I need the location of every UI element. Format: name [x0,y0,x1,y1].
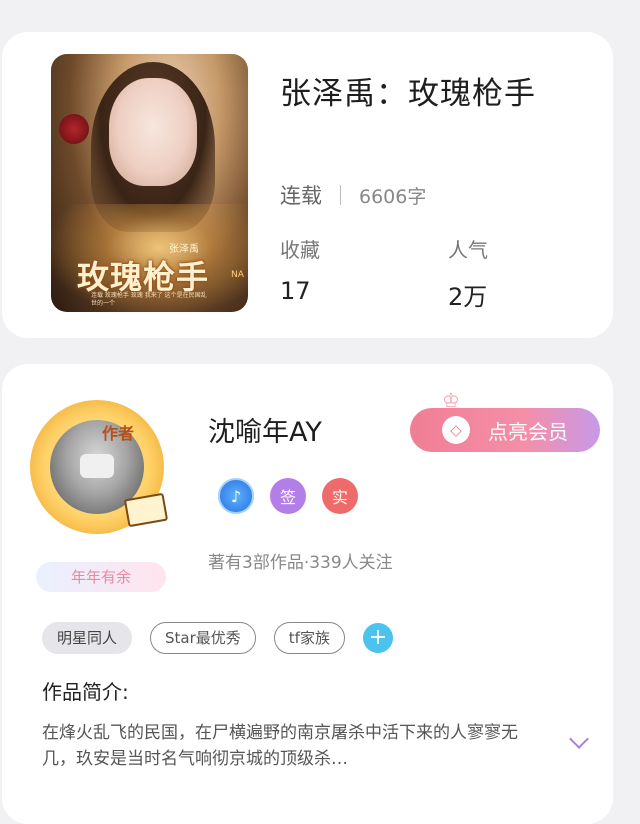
cover-face [109,78,197,186]
membership-button-label: 点亮会员 [488,419,568,444]
intro-text: 在烽火乱飞的民国，在尸横遍野的南京屠杀中活下来的人寥寥无几，玖安是当时名气响彻京… [42,723,518,769]
activate-membership-button[interactable]: ◇ 点亮会员 [410,408,600,452]
author-badges: ♪ 签 实 [218,478,374,514]
book-title: 张泽禹：玫瑰枪手 [280,76,536,112]
book-cover-image[interactable]: 张泽禹 玫瑰枪手 NA 连载 玫瑰枪手 玫瑰 我来了 这个是在民国乱世的一个 [51,54,248,312]
stat-popularity: 人气 2万 [448,234,488,312]
diamond-icon: ◇ [442,416,470,444]
sign-icon[interactable]: 签 [270,478,306,514]
author-badge-text: 作者 [102,424,135,443]
stat-favorites: 收藏 17 [280,234,320,305]
serial-status: 连载 [280,184,322,208]
author-name[interactable]: 沈喻年AY [208,410,322,449]
add-tag-button[interactable]: + [362,623,393,653]
tag-list: 明星同人 Star最优秀 tf家族 + [42,622,393,654]
author-info-card: 作者 年年有余 沈喻年AY ♔ ◇ 点亮会员 ♪ 签 实 著有3部作品·339人… [2,364,613,824]
cover-rose [59,114,89,144]
tag-item[interactable]: tf家族 [273,622,345,654]
word-count: 6606字 [359,185,427,208]
stat-value: 2万 [448,283,488,311]
tag-item[interactable]: 明星同人 [42,622,133,654]
book-icon [123,492,169,528]
book-status-row: 连载 6606字 [280,180,426,210]
stat-value: 17 [280,277,311,305]
cover-tag-text: NA [231,270,244,280]
stat-label: 人气 [448,238,488,262]
avatar-decor-ribbon: 年年有余 [36,562,166,592]
music-note-icon[interactable]: ♪ [218,478,254,514]
chevron-down-icon[interactable] [569,729,589,749]
author-avatar-frame[interactable]: 作者 [30,400,169,534]
divider [340,185,341,205]
stat-label: 收藏 [280,238,320,262]
avatar-mask-shape [80,454,114,478]
tag-item[interactable]: Star最优秀 [150,622,256,654]
cover-blurb-text: 连载 玫瑰枪手 玫瑰 我来了 这个是在民国乱世的一个 [91,292,207,307]
verified-icon[interactable]: 实 [322,478,358,514]
author-stats: 著有3部作品·339人关注 [208,553,393,573]
intro-heading: 作品简介: [42,680,129,704]
book-info-card: 张泽禹 玫瑰枪手 NA 连载 玫瑰枪手 玫瑰 我来了 这个是在民国乱世的一个 张… [2,32,613,338]
